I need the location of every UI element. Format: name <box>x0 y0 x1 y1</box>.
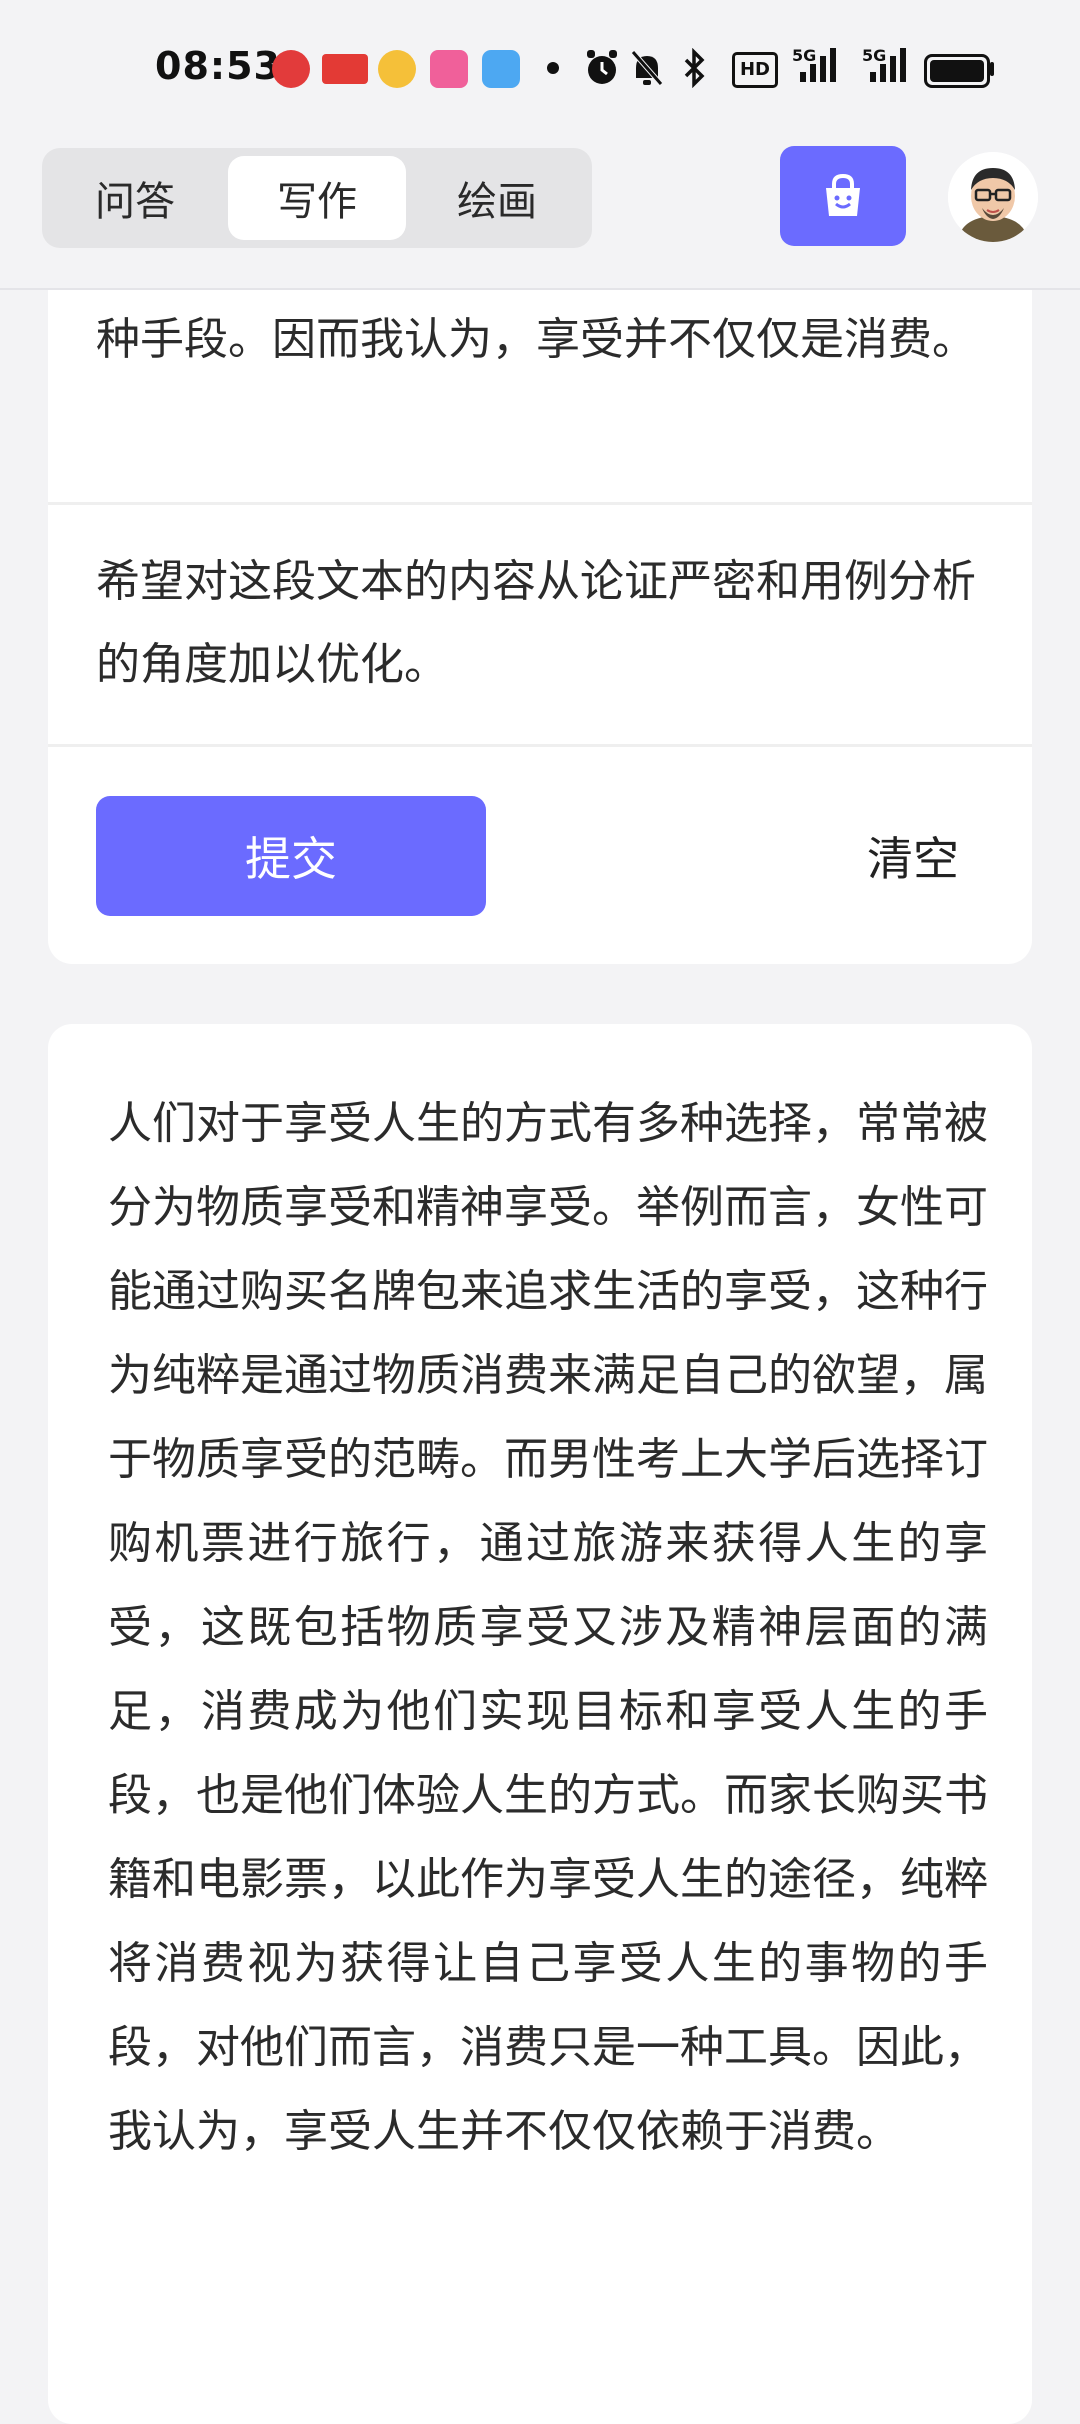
tab-drawing[interactable]: 绘画 <box>408 156 586 240</box>
battery-tip <box>990 62 994 76</box>
signal-icon <box>800 48 844 82</box>
mode-segmented-control: 问答 写作 绘画 <box>42 148 592 248</box>
more-notifications-dot-icon <box>547 62 559 74</box>
battery-icon <box>924 54 990 88</box>
input-text-tail: 种手段。因而我认为，享受并不仅仅是消费。 <box>96 314 976 365</box>
signal-icon-2 <box>870 48 914 82</box>
user-avatar-icon <box>948 152 1038 242</box>
mute-icon <box>631 50 663 86</box>
requirement-text[interactable]: 希望对这段文本的内容从论证严密和用例分析的角度加以优化。 <box>96 540 1016 706</box>
toutiao-icon <box>322 54 368 84</box>
clear-button[interactable]: 清空 <box>788 796 1038 916</box>
weibo-icon <box>378 50 416 88</box>
tab-qa[interactable]: 问答 <box>46 156 224 240</box>
input-card: 种手段。因而我认为，享受并不仅仅是消费。 希望对这段文本的内容从论证严密和用例分… <box>48 250 1032 964</box>
top-header: 问答 写作 绘画 <box>0 138 1080 290</box>
result-card: 人们对于享受人生的方式有多种选择，常常被分为物质享受和精神享受。举例而言，女性可… <box>48 1024 1032 2424</box>
tab-writing[interactable]: 写作 <box>228 156 406 240</box>
avatar[interactable] <box>948 152 1038 242</box>
shop-button[interactable] <box>780 146 906 246</box>
shopping-bag-icon <box>826 173 860 216</box>
alarm-icon <box>587 50 617 84</box>
submit-button[interactable]: 提交 <box>96 796 486 916</box>
netease-music-icon <box>272 50 310 88</box>
hd-voice-icon: HD <box>732 52 778 88</box>
bluetooth-icon <box>684 48 705 88</box>
status-bar: 08:53 HD 5G 5G <box>0 0 1080 138</box>
result-text: 人们对于享受人生的方式有多种选择，常常被分为物质享受和精神享受。举例而言，女性可… <box>108 1098 988 2157</box>
divider <box>48 502 1032 505</box>
weather-icon <box>482 50 520 88</box>
status-time: 08:53 <box>155 44 281 88</box>
divider <box>48 744 1032 747</box>
app-notification-icon <box>430 50 468 88</box>
